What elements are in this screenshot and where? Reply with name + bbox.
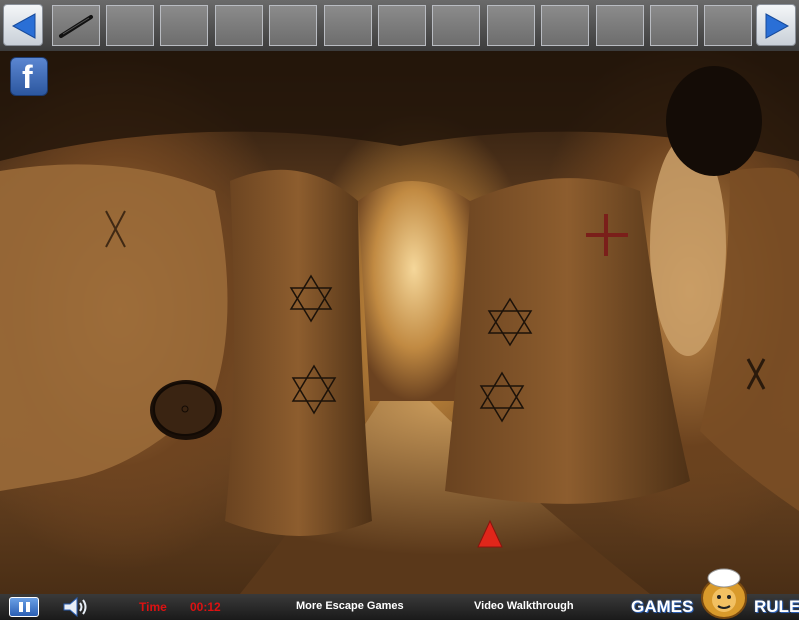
inventory-slot-8[interactable]	[432, 5, 480, 46]
left-arrow-icon	[11, 13, 36, 39]
inventory-slot-1[interactable]	[52, 5, 100, 46]
inventory-slot-10[interactable]	[541, 5, 589, 46]
inventory-slot-12[interactable]	[650, 5, 698, 46]
video-walkthrough-link[interactable]: Video Walkthrough	[474, 600, 574, 612]
inventory-next-button[interactable]	[756, 4, 796, 46]
nav-forward-arrow[interactable]	[476, 519, 504, 549]
inventory-slot-4[interactable]	[215, 5, 263, 46]
bottom-bar: Time 00:12 More Escape Games Video Walkt…	[0, 568, 799, 620]
lion-mascot-icon	[701, 568, 747, 619]
facebook-icon: f	[22, 59, 33, 95]
inventory-slot-7[interactable]	[378, 5, 426, 46]
inventory-slot-11[interactable]	[596, 5, 644, 46]
games-rule-logo[interactable]: GAMES RULE	[630, 568, 799, 620]
round-wall-disc[interactable]	[148, 378, 224, 442]
pause-button[interactable]	[9, 597, 39, 617]
inventory-prev-button[interactable]	[3, 4, 43, 46]
right-arrow-icon	[765, 13, 790, 39]
inventory-slot-5[interactable]	[269, 5, 317, 46]
inventory-slot-3[interactable]	[160, 5, 208, 46]
timer-label: Time	[139, 600, 167, 614]
logo-text-left: GAMES	[631, 597, 694, 616]
inventory-slot-6[interactable]	[324, 5, 372, 46]
inventory-slot-9[interactable]	[487, 5, 535, 46]
logo-text-right: RULE	[754, 597, 799, 616]
inventory-slot-13[interactable]	[704, 5, 752, 46]
cave-artwork	[0, 51, 799, 594]
cave-scene	[0, 51, 799, 594]
facebook-button[interactable]: f	[10, 57, 48, 96]
inventory-slot-2[interactable]	[106, 5, 154, 46]
more-escape-games-link[interactable]: More Escape Games	[296, 600, 404, 612]
stick-item-icon	[59, 15, 93, 38]
speaker-icon[interactable]	[62, 596, 92, 618]
inventory-bar	[0, 0, 799, 51]
timer-value: 00:12	[190, 600, 221, 614]
